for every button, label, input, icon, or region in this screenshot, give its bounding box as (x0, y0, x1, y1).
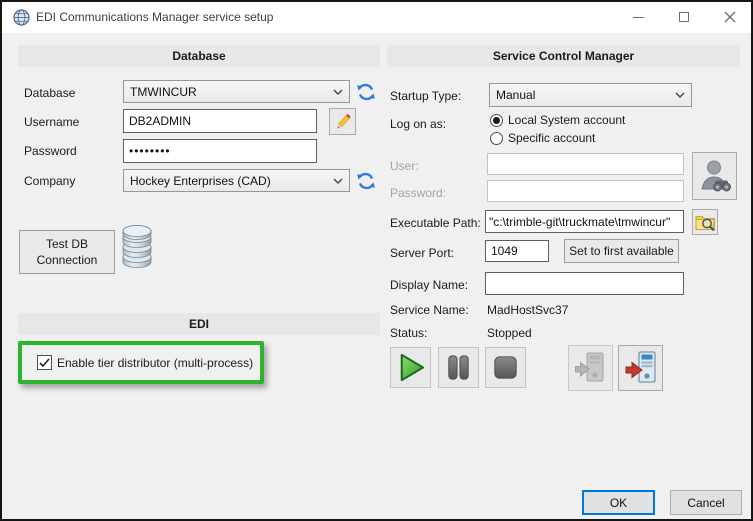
startup-type-select[interactable]: Manual (489, 83, 692, 107)
refresh-icon (357, 83, 375, 101)
logon-as-label: Log on as: (390, 117, 447, 131)
ok-button[interactable]: OK (582, 490, 655, 515)
install-service-icon (574, 352, 603, 382)
maximize-button[interactable] (661, 2, 707, 32)
database-cylinder-icon (118, 222, 158, 274)
window-title: EDI Communications Manager service setup (36, 10, 274, 24)
user-search-icon (700, 160, 731, 192)
install-service-button[interactable] (568, 345, 613, 391)
service-password-label: Password: (390, 186, 447, 200)
display-name-input[interactable] (485, 272, 684, 295)
uninstall-service-icon (625, 351, 655, 383)
pause-icon (448, 355, 469, 380)
radio-button-icon (490, 131, 503, 145)
server-port-input[interactable] (485, 240, 549, 262)
display-name-label: Display Name: (390, 278, 469, 292)
database-select[interactable]: TMWINCUR (123, 80, 350, 103)
status-label: Status: (390, 326, 428, 340)
password-label: Password (24, 144, 77, 158)
radio-specific-account[interactable]: Specific account (490, 131, 595, 145)
database-select-value: TMWINCUR (130, 84, 197, 99)
minimize-icon (632, 16, 644, 18)
radio-specific-account-label: Specific account (508, 131, 596, 145)
checkmark-icon (39, 357, 50, 367)
set-first-available-button[interactable]: Set to first available (564, 239, 679, 263)
database-label: Database (24, 86, 76, 100)
executable-path-input[interactable] (485, 210, 684, 233)
close-button[interactable] (707, 2, 751, 32)
start-service-button[interactable] (390, 347, 431, 388)
play-icon (400, 353, 425, 382)
user-lookup-button[interactable] (692, 152, 737, 200)
company-select-value: Hockey Enterprises (CAD) (130, 173, 271, 188)
pause-service-button[interactable] (438, 347, 479, 388)
user-input[interactable] (487, 153, 684, 175)
chevron-down-icon (333, 178, 343, 184)
uninstall-service-button[interactable] (618, 345, 663, 391)
startup-type-value: Manual (496, 88, 536, 102)
service-name-label: Service Name: (390, 303, 469, 317)
edit-username-button[interactable] (329, 108, 356, 135)
folder-search-icon (695, 215, 715, 231)
company-select[interactable]: Hockey Enterprises (CAD) (123, 169, 350, 192)
company-label: Company (24, 174, 76, 188)
startup-type-label: Startup Type: (390, 89, 462, 103)
browse-executable-button[interactable] (692, 209, 718, 235)
stop-service-button[interactable] (485, 347, 526, 388)
chevron-down-icon (675, 92, 685, 98)
database-refresh-button[interactable] (355, 81, 377, 103)
user-label: User: (390, 159, 419, 173)
server-port-label: Server Port: (390, 246, 455, 260)
dialog-window: EDI Communications Manager service setup… (0, 0, 753, 521)
refresh-icon (357, 172, 375, 190)
stop-icon (494, 356, 517, 379)
cancel-button[interactable]: Cancel (670, 490, 742, 515)
close-icon (724, 11, 736, 23)
service-name-value: MadHostSvc37 (487, 303, 569, 317)
test-db-connection-button[interactable]: Test DB Connection (19, 230, 115, 274)
username-label: Username (24, 115, 80, 129)
username-input[interactable] (123, 109, 317, 133)
radio-local-system[interactable]: Local System account (490, 113, 625, 127)
maximize-icon (679, 12, 689, 22)
company-refresh-button[interactable] (355, 170, 377, 192)
status-value: Stopped (487, 326, 532, 340)
database-group-header: Database (18, 45, 380, 67)
chevron-down-icon (333, 89, 343, 95)
enable-tier-highlight: Enable tier distributor (multi-process) (18, 341, 264, 384)
edi-group-header: EDI (18, 313, 380, 335)
password-input[interactable] (123, 139, 317, 163)
scm-group-header: Service Control Manager (387, 45, 740, 67)
enable-tier-label: Enable tier distributor (multi-process) (57, 355, 254, 370)
globe-icon (13, 9, 30, 26)
radio-local-system-label: Local System account (508, 113, 626, 127)
service-password-input[interactable] (487, 180, 684, 202)
radio-button-icon (490, 113, 503, 127)
minimize-button[interactable] (615, 2, 661, 32)
executable-path-label: Executable Path: (390, 216, 481, 230)
pencil-icon (336, 113, 351, 128)
enable-tier-checkbox[interactable] (37, 355, 52, 370)
title-bar: EDI Communications Manager service setup (2, 2, 751, 33)
